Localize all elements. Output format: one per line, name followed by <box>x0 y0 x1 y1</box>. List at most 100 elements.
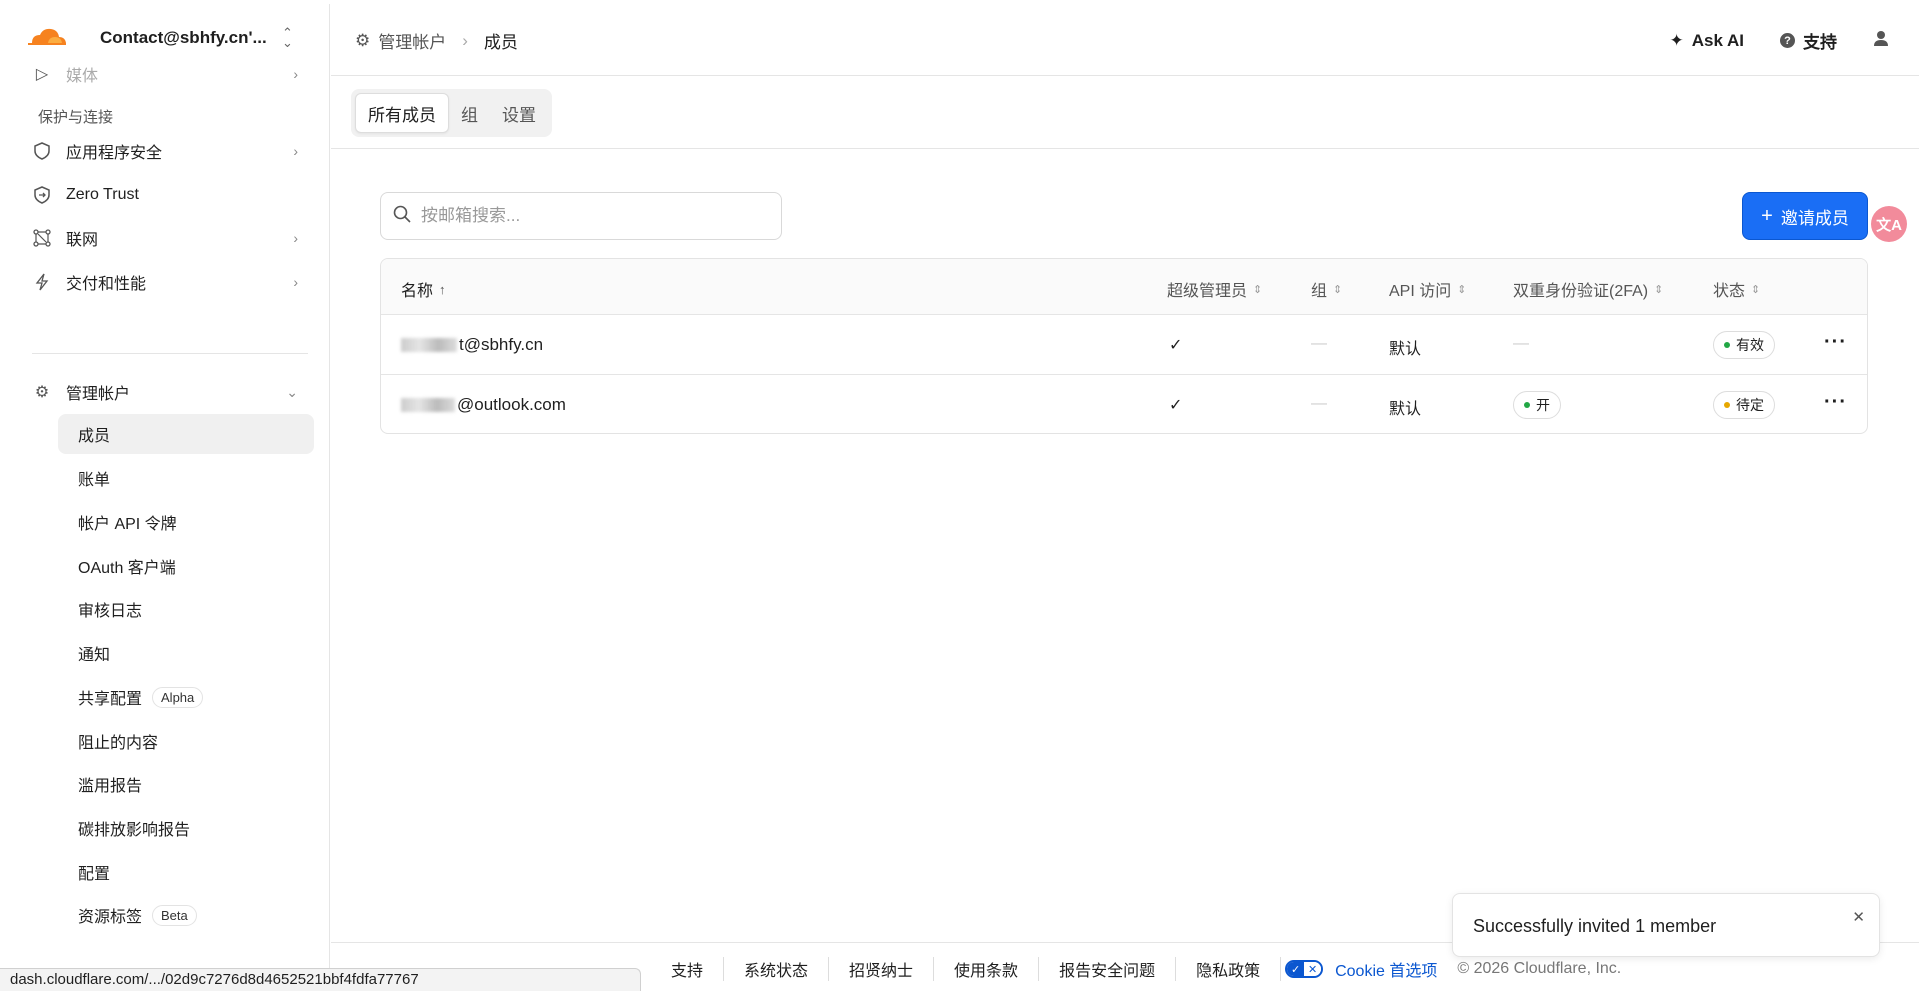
twofa-value: — <box>1513 335 1529 352</box>
sidebar-subitem-oauth[interactable]: OAuth 客户端 <box>58 546 314 586</box>
column-header-group[interactable]: 组 ⇕ <box>1311 277 1342 301</box>
shield-icon <box>32 141 52 161</box>
chevron-right-icon: › <box>293 230 298 246</box>
sidebar-subitem-resource-tags[interactable]: 资源标签 Beta <box>58 895 314 935</box>
sidebar: Contact@sbhfy.cn'... ⌃ ⌄ ▷ 媒体 › 保护与连接 应用程… <box>6 4 330 991</box>
footer-link-support[interactable]: 支持 <box>651 957 725 981</box>
sort-icon: ⇕ <box>1253 283 1263 296</box>
sidebar-subitem-abuse-reports[interactable]: 滥用报告 <box>58 764 314 804</box>
column-header-super-admin[interactable]: 超级管理员 ⇕ <box>1167 277 1262 301</box>
column-header-api-access[interactable]: API 访问 ⇕ <box>1389 277 1466 301</box>
tab-groups[interactable]: 组 <box>449 93 490 133</box>
sidebar-subitem-notifications[interactable]: 通知 <box>58 633 314 673</box>
user-menu-button[interactable] <box>1873 30 1889 51</box>
search-input[interactable] <box>421 206 761 226</box>
user-icon <box>1873 30 1889 51</box>
more-actions-icon[interactable]: ··· <box>1824 391 1847 414</box>
members-table: 名称 ↑ 超级管理员 ⇕ 组 ⇕ API 访问 ⇕ 双重身份验证(2FA) ⇕ 状态 ⇕ t… <box>380 258 1868 434</box>
footer-link-privacy[interactable]: 隐私政策 <box>1176 957 1282 981</box>
sidebar-item-app-security[interactable]: 应用程序安全 › <box>32 131 308 171</box>
alpha-badge: Alpha <box>152 686 204 708</box>
sidebar-subitem-api-tokens[interactable]: 帐户 API 令牌 <box>58 502 314 542</box>
breadcrumb-current: 成员 <box>483 33 518 52</box>
footer-link-security[interactable]: 报告安全问题 <box>1039 957 1177 981</box>
sidebar-item-network[interactable]: 联网 › <box>32 218 308 258</box>
help-icon: ? <box>1780 33 1795 48</box>
sidebar-item-zero-trust[interactable]: Zero Trust <box>32 175 308 215</box>
sidebar-subitem-audit-log[interactable]: 审核日志 <box>58 589 314 629</box>
group-value: — <box>1311 335 1327 352</box>
chevron-updown-icon: ⌃ ⌄ <box>282 25 293 50</box>
invite-label: 邀请成员 <box>1780 208 1849 228</box>
sidebar-subitem-blocked-content[interactable]: 阻止的内容 <box>58 721 314 761</box>
breadcrumb: ⚙ 管理帐户 › 成员 <box>355 28 518 53</box>
column-header-name[interactable]: 名称 ↑ <box>401 277 446 301</box>
column-header-status[interactable]: 状态 ⇕ <box>1713 277 1760 301</box>
sidebar-item-delivery[interactable]: 交付和性能 › <box>32 262 308 302</box>
plus-icon: + <box>1761 205 1773 227</box>
footer-link-careers[interactable]: 招贤纳士 <box>829 957 935 981</box>
api-access-value: 默认 <box>1389 341 1422 358</box>
sort-icon: ⇕ <box>1457 283 1467 296</box>
tabs: 所有成员 组 设置 <box>351 89 552 137</box>
translate-icon[interactable]: 文A <box>1871 206 1907 242</box>
cookie-preferences-link[interactable]: ✓ ✕ Cookie 首选项 <box>1285 957 1437 981</box>
status-bar-url: dash.cloudflare.com/.../02d9c7276d8d4652… <box>0 968 641 991</box>
column-header-2fa[interactable]: 双重身份验证(2FA) ⇕ <box>1513 277 1663 301</box>
footer-link-status[interactable]: 系统状态 <box>724 957 830 981</box>
sidebar-item-label: 管理帐户 <box>66 386 131 403</box>
lightning-icon <box>32 272 52 292</box>
api-access-value: 默认 <box>1389 401 1422 418</box>
chevron-right-icon: › <box>293 143 298 159</box>
ask-ai-button[interactable]: ✦ Ask AI <box>1669 31 1744 51</box>
invite-member-button[interactable]: + 邀请成员 <box>1742 192 1868 240</box>
status-dot <box>1724 342 1730 348</box>
chevron-right-icon: › <box>293 66 298 82</box>
table-header: 名称 ↑ 超级管理员 ⇕ 组 ⇕ API 访问 ⇕ 双重身份验证(2FA) ⇕ 状态 ⇕ <box>381 259 1867 315</box>
account-name: Contact@sbhfy.cn'... <box>100 28 267 47</box>
table-row[interactable]: t@sbhfy.cn ✓ — 默认 — 有效 ··· <box>381 315 1867 375</box>
redacted-text <box>401 338 457 352</box>
close-icon[interactable]: ✕ <box>1852 908 1865 926</box>
sidebar-subitem-carbon-report[interactable]: 碳排放影响报告 <box>58 808 314 848</box>
sidebar-subitem-label: 审核日志 <box>78 603 143 620</box>
sidebar-item-manage-account[interactable]: ⚙ 管理帐户 ⌄ <box>32 372 308 412</box>
status-badge: 待定 <box>1713 391 1775 419</box>
top-bar: ⚙ 管理帐户 › 成员 ✦ Ask AI ? 支持 <box>331 4 1919 76</box>
cookie-toggle-icon: ✓ ✕ <box>1285 960 1324 978</box>
sidebar-subitem-billing[interactable]: 账单 <box>58 458 314 498</box>
sidebar-subitem-label: 帐户 API 令牌 <box>78 516 177 533</box>
search-field[interactable] <box>380 192 782 240</box>
sidebar-subitem-label: 阻止的内容 <box>78 735 159 752</box>
sidebar-subitem-label: 滥用报告 <box>78 778 143 795</box>
support-button[interactable]: ? 支持 <box>1780 28 1837 53</box>
header-actions: ✦ Ask AI ? 支持 <box>1633 28 1889 53</box>
status-dot <box>1724 402 1730 408</box>
chevron-down-icon: ⌄ <box>286 384 298 400</box>
tab-settings[interactable]: 设置 <box>490 93 548 133</box>
tab-all-members[interactable]: 所有成员 <box>355 93 449 133</box>
copyright: © 2026 Cloudflare, Inc. <box>1457 960 1622 977</box>
tab-bar: 所有成员 组 设置 <box>331 77 1919 149</box>
play-icon: ▷ <box>35 66 49 83</box>
sidebar-subitem-label: OAuth 客户端 <box>78 560 176 577</box>
sort-icon: ⇕ <box>1751 283 1761 296</box>
more-actions-icon[interactable]: ··· <box>1824 331 1847 354</box>
sort-icon: ⇕ <box>1654 283 1664 296</box>
sidebar-subitem-shared-config[interactable]: 共享配置 Alpha <box>58 677 314 717</box>
sidebar-subitem-configuration[interactable]: 配置 <box>58 852 314 892</box>
sidebar-item-label: 交付和性能 <box>66 276 147 293</box>
sidebar-subitem-label: 成员 <box>78 428 111 445</box>
section-label: 保护与连接 <box>38 109 114 126</box>
toast-notification: Successfully invited 1 member ✕ <box>1452 893 1880 957</box>
sidebar-subitem-members[interactable]: 成员 <box>58 414 314 454</box>
breadcrumb-parent[interactable]: 管理帐户 <box>378 28 446 53</box>
toast-message: Successfully invited 1 member <box>1473 916 1717 936</box>
search-icon <box>393 205 411 228</box>
support-label: 支持 <box>1803 33 1837 52</box>
table-row[interactable]: @outlook.com ✓ — 默认 开 待定 ··· <box>381 375 1867 433</box>
sidebar-item-label: 联网 <box>66 232 99 249</box>
sidebar-subitem-label: 账单 <box>78 472 111 489</box>
sidebar-item-media[interactable]: ▷ 媒体 › <box>32 54 308 94</box>
footer-link-terms[interactable]: 使用条款 <box>934 957 1040 981</box>
